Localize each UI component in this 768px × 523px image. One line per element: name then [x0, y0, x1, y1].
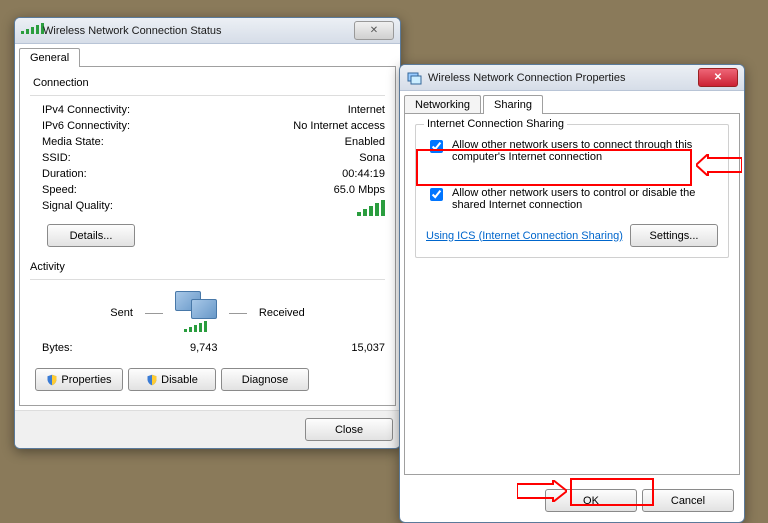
ics-legend: Internet Connection Sharing [424, 118, 567, 130]
speed-label: Speed: [42, 184, 77, 196]
media-value: Enabled [345, 136, 385, 148]
received-value: 15,037 [351, 342, 385, 354]
allow-control-row: Allow other network users to control or … [426, 184, 718, 214]
allow-connect-checkbox[interactable] [430, 140, 443, 153]
shield-icon [146, 374, 158, 386]
bytes-label: Bytes: [42, 342, 73, 354]
ics-group: Internet Connection Sharing Allow other … [415, 124, 729, 258]
ipv4-value: Internet [348, 104, 385, 116]
settings-button[interactable]: Settings... [630, 224, 718, 247]
tab-general[interactable]: General [19, 48, 80, 67]
tab-sharing[interactable]: Sharing [483, 95, 543, 114]
status-title: Wireless Network Connection Status [43, 25, 354, 37]
network-icon [406, 70, 422, 86]
ssid-value: Sona [359, 152, 385, 164]
props-title: Wireless Network Connection Properties [428, 72, 698, 84]
connection-group: Connection IPv4 Connectivity: Internet IP… [30, 77, 385, 247]
ssid-label: SSID: [42, 152, 71, 164]
status-window: Wireless Network Connection Status ✕ Gen… [14, 17, 401, 449]
activity-legend: Activity [30, 261, 385, 273]
allow-control-label[interactable]: Allow other network users to control or … [452, 187, 718, 211]
close-button[interactable]: ✕ [698, 68, 738, 87]
duration-label: Duration: [42, 168, 87, 180]
tab-networking[interactable]: Networking [404, 95, 481, 114]
diagnose-button[interactable]: Diagnose [221, 368, 309, 391]
wifi-icon [21, 23, 37, 39]
properties-button[interactable]: Properties [35, 368, 123, 391]
ipv4-label: IPv4 Connectivity: [42, 104, 130, 116]
status-tabs: General [15, 44, 400, 67]
sent-label: Sent [110, 307, 133, 319]
shield-icon [46, 374, 58, 386]
ok-button[interactable]: OK [545, 489, 637, 512]
props-footer: OK Cancel [400, 479, 744, 522]
connection-legend: Connection [30, 77, 385, 89]
status-footer: Close [15, 410, 400, 448]
speed-value: 65.0 Mbps [334, 184, 385, 196]
properties-window: Wireless Network Connection Properties ✕… [399, 64, 745, 523]
signal-bars-icon [357, 200, 385, 216]
allow-connect-row: Allow other network users to connect thr… [426, 133, 718, 166]
close-button[interactable]: ✕ [354, 21, 394, 40]
props-content: Internet Connection Sharing Allow other … [404, 113, 740, 475]
media-label: Media State: [42, 136, 104, 148]
allow-connect-label[interactable]: Allow other network users to connect thr… [452, 139, 718, 163]
allow-control-checkbox[interactable] [430, 188, 443, 201]
duration-value: 00:44:19 [342, 168, 385, 180]
close-button-footer[interactable]: Close [305, 418, 393, 441]
monitors-icon [175, 291, 217, 323]
props-titlebar[interactable]: Wireless Network Connection Properties ✕ [400, 65, 744, 91]
ics-link[interactable]: Using ICS (Internet Connection Sharing) [426, 230, 623, 242]
disable-button[interactable]: Disable [128, 368, 216, 391]
sent-value: 9,743 [190, 342, 218, 354]
activity-group: Activity Sent Received Bytes: 9,743 15,0… [30, 261, 385, 356]
signal-label: Signal Quality: [42, 200, 113, 216]
status-content: Connection IPv4 Connectivity: Internet IP… [19, 66, 396, 406]
received-label: Received [259, 307, 305, 319]
status-titlebar[interactable]: Wireless Network Connection Status ✕ [15, 18, 400, 44]
details-button[interactable]: Details... [47, 224, 135, 247]
ipv6-label: IPv6 Connectivity: [42, 120, 130, 132]
props-tabs: Networking Sharing [400, 91, 744, 114]
cancel-button[interactable]: Cancel [642, 489, 734, 512]
ipv6-value: No Internet access [293, 120, 385, 132]
